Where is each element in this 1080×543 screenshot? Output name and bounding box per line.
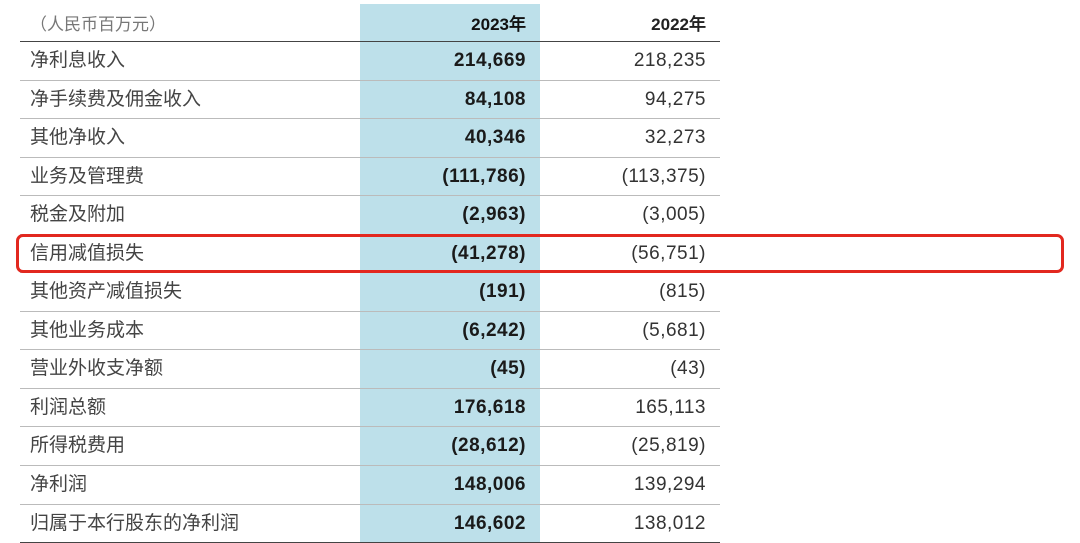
value-2023: 40,346 [360, 119, 540, 158]
table-row: 税金及附加(2,963)(3,005) [20, 196, 1060, 235]
row-label: 营业外收支净额 [20, 350, 360, 389]
value-2023: (191) [360, 273, 540, 312]
table-row: 净利息收入214,669218,235 [20, 42, 1060, 81]
value-2022: 165,113 [540, 388, 720, 427]
value-2023: (111,786) [360, 157, 540, 196]
income-statement-table: （人民币百万元） 2023年 2022年 净利息收入214,669218,235… [20, 4, 1060, 543]
row-label: 其他业务成本 [20, 311, 360, 350]
value-2022: (3,005) [540, 196, 720, 235]
table-row: 业务及管理费(111,786)(113,375) [20, 157, 1060, 196]
row-label: 其他资产减值损失 [20, 273, 360, 312]
table-row: 营业外收支净额(45)(43) [20, 350, 1060, 389]
row-label: 业务及管理费 [20, 157, 360, 196]
value-2022: 32,273 [540, 119, 720, 158]
row-label: 净利息收入 [20, 42, 360, 81]
value-2022: (5,681) [540, 311, 720, 350]
table-row: 信用减值损失(41,278)(56,751) [20, 234, 1060, 273]
row-label: 其他净收入 [20, 119, 360, 158]
table-row: 其他净收入40,34632,273 [20, 119, 1060, 158]
table-row: 利润总额176,618165,113 [20, 388, 1060, 427]
table-row: 其他资产减值损失(191)(815) [20, 273, 1060, 312]
value-2023: 84,108 [360, 80, 540, 119]
unit-label: （人民币百万元） [20, 4, 360, 42]
col-2022-header: 2022年 [540, 4, 720, 42]
value-2022: (815) [540, 273, 720, 312]
table-row: 所得税费用(28,612)(25,819) [20, 427, 1060, 466]
value-2023: 176,618 [360, 388, 540, 427]
value-2023: 214,669 [360, 42, 540, 81]
value-2022: 138,012 [540, 504, 720, 543]
row-label: 信用减值损失 [20, 234, 360, 273]
value-2022: 218,235 [540, 42, 720, 81]
value-2022: 139,294 [540, 466, 720, 505]
value-2023: (45) [360, 350, 540, 389]
value-2022: (56,751) [540, 234, 720, 273]
row-label: 净手续费及佣金收入 [20, 80, 360, 119]
table-header-row: （人民币百万元） 2023年 2022年 [20, 4, 1060, 42]
value-2022: 94,275 [540, 80, 720, 119]
row-label: 利润总额 [20, 388, 360, 427]
value-2022: (43) [540, 350, 720, 389]
value-2023: (28,612) [360, 427, 540, 466]
value-2022: (113,375) [540, 157, 720, 196]
value-2023: (41,278) [360, 234, 540, 273]
value-2023: 148,006 [360, 466, 540, 505]
value-2023: (2,963) [360, 196, 540, 235]
row-label: 税金及附加 [20, 196, 360, 235]
row-label: 所得税费用 [20, 427, 360, 466]
value-2023: (6,242) [360, 311, 540, 350]
table-row: 其他业务成本(6,242)(5,681) [20, 311, 1060, 350]
value-2022: (25,819) [540, 427, 720, 466]
table-row: 归属于本行股东的净利润146,602138,012 [20, 504, 1060, 543]
value-2023: 146,602 [360, 504, 540, 543]
col-2023-header: 2023年 [360, 4, 540, 42]
table-row: 净手续费及佣金收入84,10894,275 [20, 80, 1060, 119]
row-label: 归属于本行股东的净利润 [20, 504, 360, 543]
table-row: 净利润148,006139,294 [20, 466, 1060, 505]
row-label: 净利润 [20, 466, 360, 505]
